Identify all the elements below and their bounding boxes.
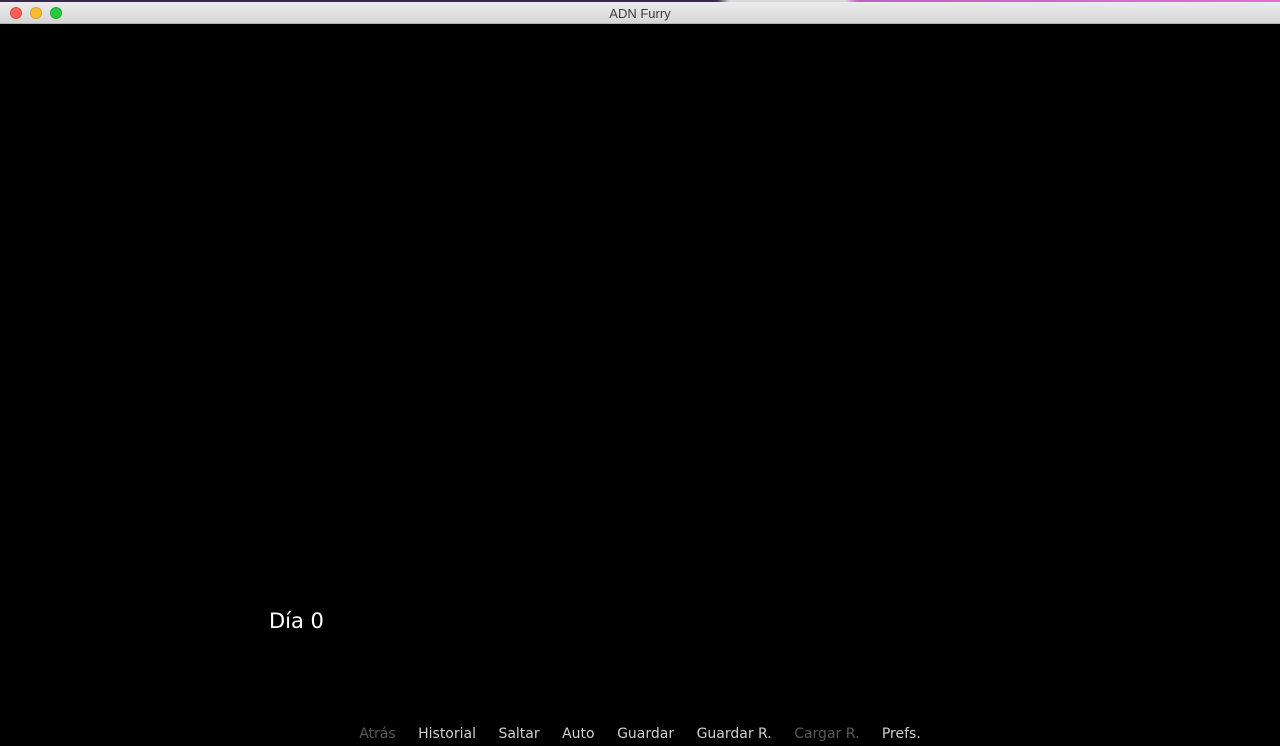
title-bar[interactable]: ADN Furry [0, 2, 1280, 24]
quick-menu-quick-save-button[interactable]: Guardar R. [697, 726, 772, 742]
quick-menu-skip-button[interactable]: Saltar [498, 726, 539, 742]
day-label: Día 0 [269, 609, 324, 633]
quick-menu-preferences-button[interactable]: Prefs. [882, 726, 921, 742]
quick-menu-quick-load-button[interactable]: Cargar R. [794, 726, 859, 742]
quick-menu: Atrás Historial Saltar Auto Guardar Guar… [2, 726, 1278, 742]
quick-menu-save-button[interactable]: Guardar [617, 726, 674, 742]
quick-menu-auto-button[interactable]: Auto [562, 726, 595, 742]
game-stage[interactable]: Día 0 Atrás Historial Saltar Auto Guarda… [2, 24, 1278, 746]
quick-menu-back-button[interactable]: Atrás [359, 726, 395, 742]
game-window: ADN Furry Día 0 Atrás Historial Saltar A… [0, 2, 1280, 746]
window-title: ADN Furry [609, 6, 671, 21]
quick-menu-history-button[interactable]: Historial [418, 726, 476, 742]
